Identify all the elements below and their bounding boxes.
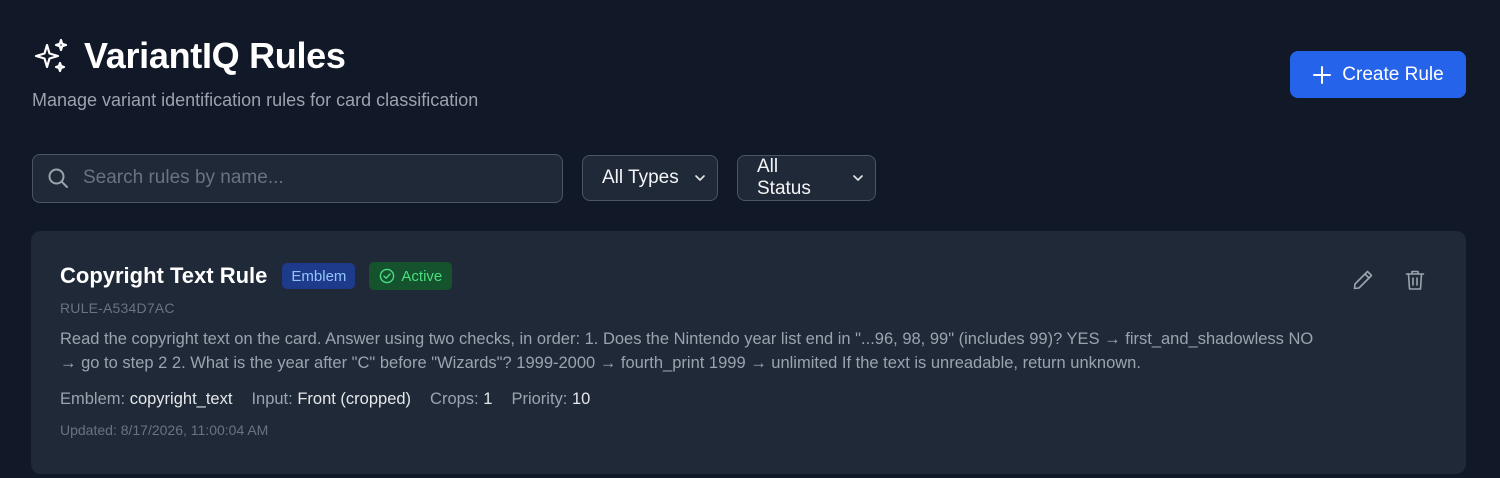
search-icon bbox=[47, 167, 69, 189]
create-rule-label: Create Rule bbox=[1342, 63, 1444, 85]
meta-priority: Priority: 10 bbox=[511, 390, 590, 409]
meta-input-value: Front (cropped) bbox=[297, 390, 412, 408]
page-subtitle: Manage variant identification rules for … bbox=[32, 90, 479, 110]
meta-input: Input: Front (cropped) bbox=[251, 390, 411, 409]
rule-updated: Updated: 8/17/2026, 11:00:04 AM bbox=[60, 422, 269, 438]
edit-rule-button[interactable] bbox=[1350, 267, 1376, 293]
search-box[interactable] bbox=[32, 153, 563, 203]
trash-icon bbox=[1405, 270, 1425, 290]
chevron-down-icon bbox=[693, 171, 707, 185]
rule-meta: Emblem: copyright_text Input: Front (cro… bbox=[60, 390, 1437, 409]
rule-title-row: Copyright Text Rule Emblem Active bbox=[60, 261, 1437, 291]
rule-description: Read the copyright text on the card. Ans… bbox=[60, 330, 1314, 372]
status-badge-label: Active bbox=[401, 267, 443, 285]
type-filter-value: All Types bbox=[602, 167, 679, 188]
meta-emblem-label: Emblem: bbox=[60, 390, 126, 408]
rules-page: VariantIQ Rules Manage variant identific… bbox=[0, 0, 1500, 478]
rule-card[interactable]: Copyright Text Rule Emblem Active RULE-A… bbox=[31, 231, 1466, 474]
type-filter-select[interactable]: All Types bbox=[582, 155, 718, 201]
rule-name: Copyright Text Rule bbox=[60, 263, 268, 288]
meta-priority-label: Priority: bbox=[511, 390, 568, 408]
create-rule-button[interactable]: Create Rule bbox=[1290, 51, 1466, 98]
rule-type-badge: Emblem bbox=[282, 263, 356, 289]
meta-input-label: Input: bbox=[251, 390, 293, 408]
rule-id: RULE-A534D7AC bbox=[60, 300, 175, 316]
delete-rule-button[interactable] bbox=[1402, 267, 1428, 293]
meta-emblem-value: copyright_text bbox=[129, 390, 233, 408]
meta-crops-value: 1 bbox=[483, 390, 493, 408]
meta-crops-label: Crops: bbox=[430, 390, 479, 408]
sparkles-icon bbox=[32, 37, 70, 75]
status-filter-value: All Status bbox=[757, 156, 811, 199]
meta-emblem: Emblem: copyright_text bbox=[60, 390, 232, 409]
status-filter-select[interactable]: All Status bbox=[737, 155, 876, 201]
page-title: VariantIQ Rules bbox=[84, 35, 346, 76]
plus-icon bbox=[1312, 65, 1332, 85]
filter-bar: All Types All Status bbox=[32, 153, 876, 203]
pencil-icon bbox=[1353, 270, 1373, 290]
title-row: VariantIQ Rules bbox=[32, 32, 1466, 80]
check-circle-icon bbox=[379, 268, 395, 284]
meta-crops: Crops: 1 bbox=[430, 390, 492, 409]
status-badge: Active bbox=[369, 262, 453, 290]
search-input[interactable] bbox=[81, 166, 525, 190]
page-header: VariantIQ Rules Manage variant identific… bbox=[32, 32, 1466, 122]
rule-actions bbox=[1350, 267, 1428, 293]
chevron-down-icon bbox=[851, 171, 865, 185]
meta-priority-value: 10 bbox=[571, 390, 591, 408]
